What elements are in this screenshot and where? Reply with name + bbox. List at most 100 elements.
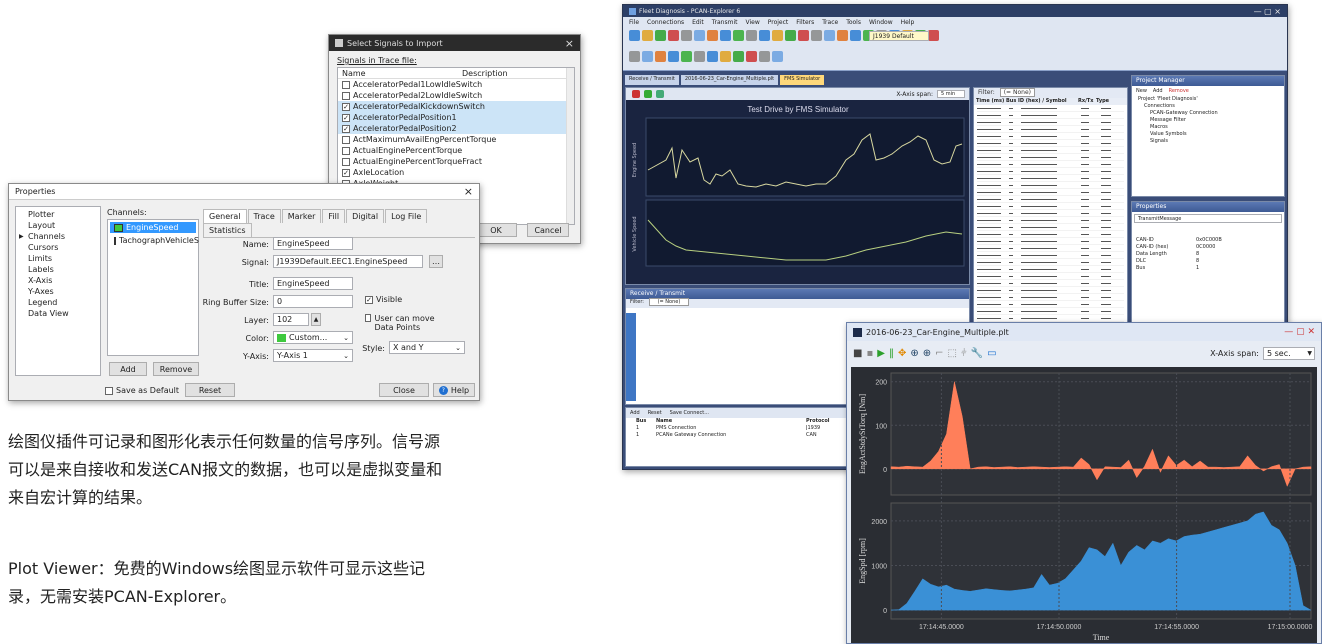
tab-marker[interactable]: Marker	[281, 209, 322, 223]
name-field[interactable]: EngineSpeed	[273, 237, 353, 250]
menu-item[interactable]: File	[629, 19, 639, 26]
toolbar-icon[interactable]	[694, 30, 705, 41]
trace-row-placeholder[interactable]	[977, 203, 1124, 210]
trace-row-placeholder[interactable]	[977, 238, 1124, 245]
conn-save-button[interactable]: Save Connect...	[670, 410, 709, 416]
toolbar-icon[interactable]	[642, 30, 653, 41]
menu-item[interactable]: Project	[768, 19, 789, 26]
trace-row-placeholder[interactable]	[977, 217, 1124, 224]
trace-row-placeholder[interactable]	[977, 196, 1124, 203]
checkbox-box[interactable]	[342, 91, 350, 100]
layer-field[interactable]: 102	[273, 313, 309, 326]
trace-row-placeholder[interactable]	[977, 182, 1124, 189]
trace-row-placeholder[interactable]	[977, 287, 1124, 294]
toolbar-icon[interactable]	[733, 51, 744, 62]
check-icon[interactable]: ✓	[342, 102, 350, 111]
property-row[interactable]: CAN-ID (hex) 0C0000	[1136, 244, 1284, 251]
trace-row-placeholder[interactable]	[977, 105, 1124, 112]
signal-item[interactable]: ✓ AxleLocation	[338, 167, 574, 178]
menu-item[interactable]: View	[745, 19, 759, 26]
toolbar-icon[interactable]	[720, 30, 731, 41]
col-name-header[interactable]: Name	[342, 69, 462, 78]
help-button[interactable]: ? Help	[433, 383, 475, 397]
toolbar-icon[interactable]	[668, 51, 679, 62]
style-select[interactable]: X and Y ⌄	[389, 341, 465, 354]
toolbar-icon[interactable]	[655, 30, 666, 41]
toolbar-icon[interactable]	[629, 30, 640, 41]
reset-button[interactable]: Reset	[185, 383, 235, 397]
check-icon[interactable]: ✓	[342, 113, 350, 122]
record-icon[interactable]: ■	[853, 348, 862, 359]
nav-item[interactable]: Legend	[16, 297, 100, 308]
toolbar-icon[interactable]	[772, 30, 783, 41]
window-icon[interactable]: ▭	[987, 348, 996, 359]
project-new-button[interactable]: New	[1136, 88, 1147, 94]
trace-col-header[interactable]: Bus	[1004, 98, 1016, 105]
menu-item[interactable]: Window	[869, 19, 893, 26]
trace-row-placeholder[interactable]	[977, 210, 1124, 217]
channel-list[interactable]: EngineSpeed TachographVehicleS	[107, 219, 199, 356]
property-row[interactable]: Bus 1	[1136, 265, 1284, 272]
trace-row-placeholder[interactable]	[977, 301, 1124, 308]
title-field[interactable]: EngineSpeed	[273, 277, 353, 290]
cursor-icon[interactable]: ⌐	[935, 348, 943, 359]
project-remove-button[interactable]: Remove	[1169, 88, 1189, 94]
scrollbar[interactable]	[566, 68, 574, 224]
zoom-icon[interactable]	[656, 90, 664, 98]
trace-row-placeholder[interactable]	[977, 231, 1124, 238]
trace-col-header[interactable]: ID (hex) / Symbol	[1016, 98, 1076, 105]
color-select[interactable]: Custom... ⌄	[273, 331, 353, 344]
toolbar-icon[interactable]	[785, 30, 796, 41]
trace-col-header[interactable]: Type	[1094, 98, 1114, 105]
toolbar-icon[interactable]	[837, 30, 848, 41]
trace-row-placeholder[interactable]	[977, 259, 1124, 266]
toolbar-icon[interactable]	[811, 30, 822, 41]
trace-row-placeholder[interactable]	[977, 126, 1124, 133]
toolbar-icon[interactable]	[655, 51, 666, 62]
signal-field[interactable]: J1939Default.EEC1.EngineSpeed	[273, 255, 423, 268]
nav-item[interactable]: Limits	[16, 253, 100, 264]
tab-digital[interactable]: Digital	[346, 209, 385, 223]
toolbar-icon[interactable]	[746, 51, 757, 62]
toolbar-icon[interactable]	[642, 51, 653, 62]
xaxis-span-select[interactable]: 5 sec. ▼	[1263, 346, 1315, 360]
remove-channel-button[interactable]: Remove	[153, 362, 199, 376]
toolbar-icon[interactable]	[746, 30, 757, 41]
tab-receive-transmit[interactable]: Receive / Transmit	[625, 75, 679, 85]
close-button[interactable]: Close	[379, 383, 429, 397]
project-tree-item[interactable]: Value Symbols	[1138, 131, 1284, 138]
nav-item[interactable]: Layout	[16, 220, 100, 231]
menu-item[interactable]: Help	[901, 19, 915, 26]
trace-row-placeholder[interactable]	[977, 266, 1124, 273]
trace-filter-value[interactable]: (= None)	[999, 88, 1035, 97]
signal-item[interactable]: ✓ AcceleratorPedalKickdownSwitch	[338, 101, 574, 112]
project-tree-item[interactable]: Macros	[1138, 124, 1284, 131]
project-tree-item[interactable]: Message Filter	[1138, 117, 1284, 124]
properties-object-select[interactable]: TransmitMessage	[1134, 214, 1282, 223]
nav-item[interactable]: X-Axis	[16, 275, 100, 286]
menu-item[interactable]: Trace	[822, 19, 838, 26]
menu-item[interactable]: Tools	[846, 19, 861, 26]
trace-row-placeholder[interactable]	[977, 189, 1124, 196]
nav-item[interactable]: Cursors	[16, 242, 100, 253]
split-icon[interactable]: ⫩	[961, 348, 967, 359]
add-channel-button[interactable]: Add	[109, 362, 147, 376]
toolbar-icon[interactable]	[759, 30, 770, 41]
trace-row-placeholder[interactable]	[977, 308, 1124, 315]
trace-col-header[interactable]: Time (ms)	[974, 98, 1004, 105]
play-icon[interactable]: ▶	[877, 348, 885, 359]
toolbar-icon[interactable]	[759, 51, 770, 62]
tab-logfile[interactable]: Log File	[385, 209, 428, 223]
checkbox-box[interactable]	[342, 135, 350, 144]
visible-checkbox[interactable]: ✓ Visible	[365, 295, 402, 304]
trace-row-placeholder[interactable]	[977, 280, 1124, 287]
cancel-button[interactable]: Cancel	[527, 223, 569, 237]
save-default-checkbox[interactable]: Save as Default	[105, 386, 179, 395]
move-icon[interactable]: ✥	[898, 348, 906, 359]
checkbox-box[interactable]	[342, 146, 350, 155]
project-tree-item[interactable]: PCAN-Gateway Connection	[1138, 110, 1284, 117]
signal-item[interactable]: ✓ AcceleratorPedalPosition2	[338, 123, 574, 134]
nav-item[interactable]: Plotter	[16, 209, 100, 220]
trace-row-placeholder[interactable]	[977, 147, 1124, 154]
rt-filter-value[interactable]: (= None)	[648, 298, 690, 306]
